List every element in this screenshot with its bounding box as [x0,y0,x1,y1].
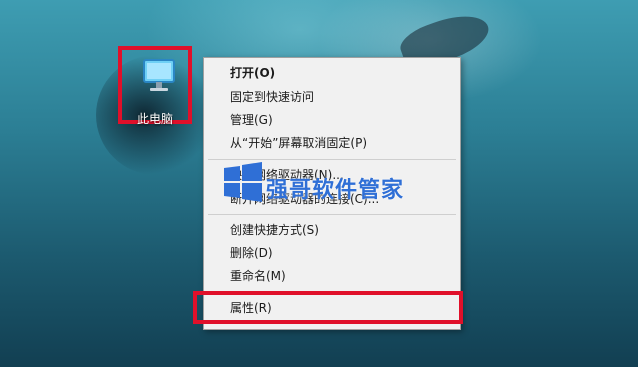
watermark-text: 强哥软件管家 [266,178,405,203]
menu-item-pin-quick-access[interactable]: 固定到快速访问 [230,89,314,105]
this-pc-icon [142,58,176,102]
this-pc-label: 此电脑 [136,112,173,126]
menu-item-unpin-start[interactable]: 从“开始”屏幕取消固定(P) [230,135,367,151]
menu-item-open[interactable]: 打开(O) [230,65,275,81]
menu-separator [208,214,456,215]
properties-highlight-box [193,291,463,324]
menu-item-manage[interactable]: 管理(G) [230,112,273,128]
menu-item-create-shortcut[interactable]: 创建快捷方式(S) [230,222,319,238]
menu-item-delete[interactable]: 删除(D) [230,245,273,261]
windows-logo-icon [222,162,264,208]
menu-separator [208,159,456,160]
menu-item-rename[interactable]: 重命名(M) [230,268,286,284]
this-pc-desktop-icon[interactable]: 此电脑 [118,46,192,126]
